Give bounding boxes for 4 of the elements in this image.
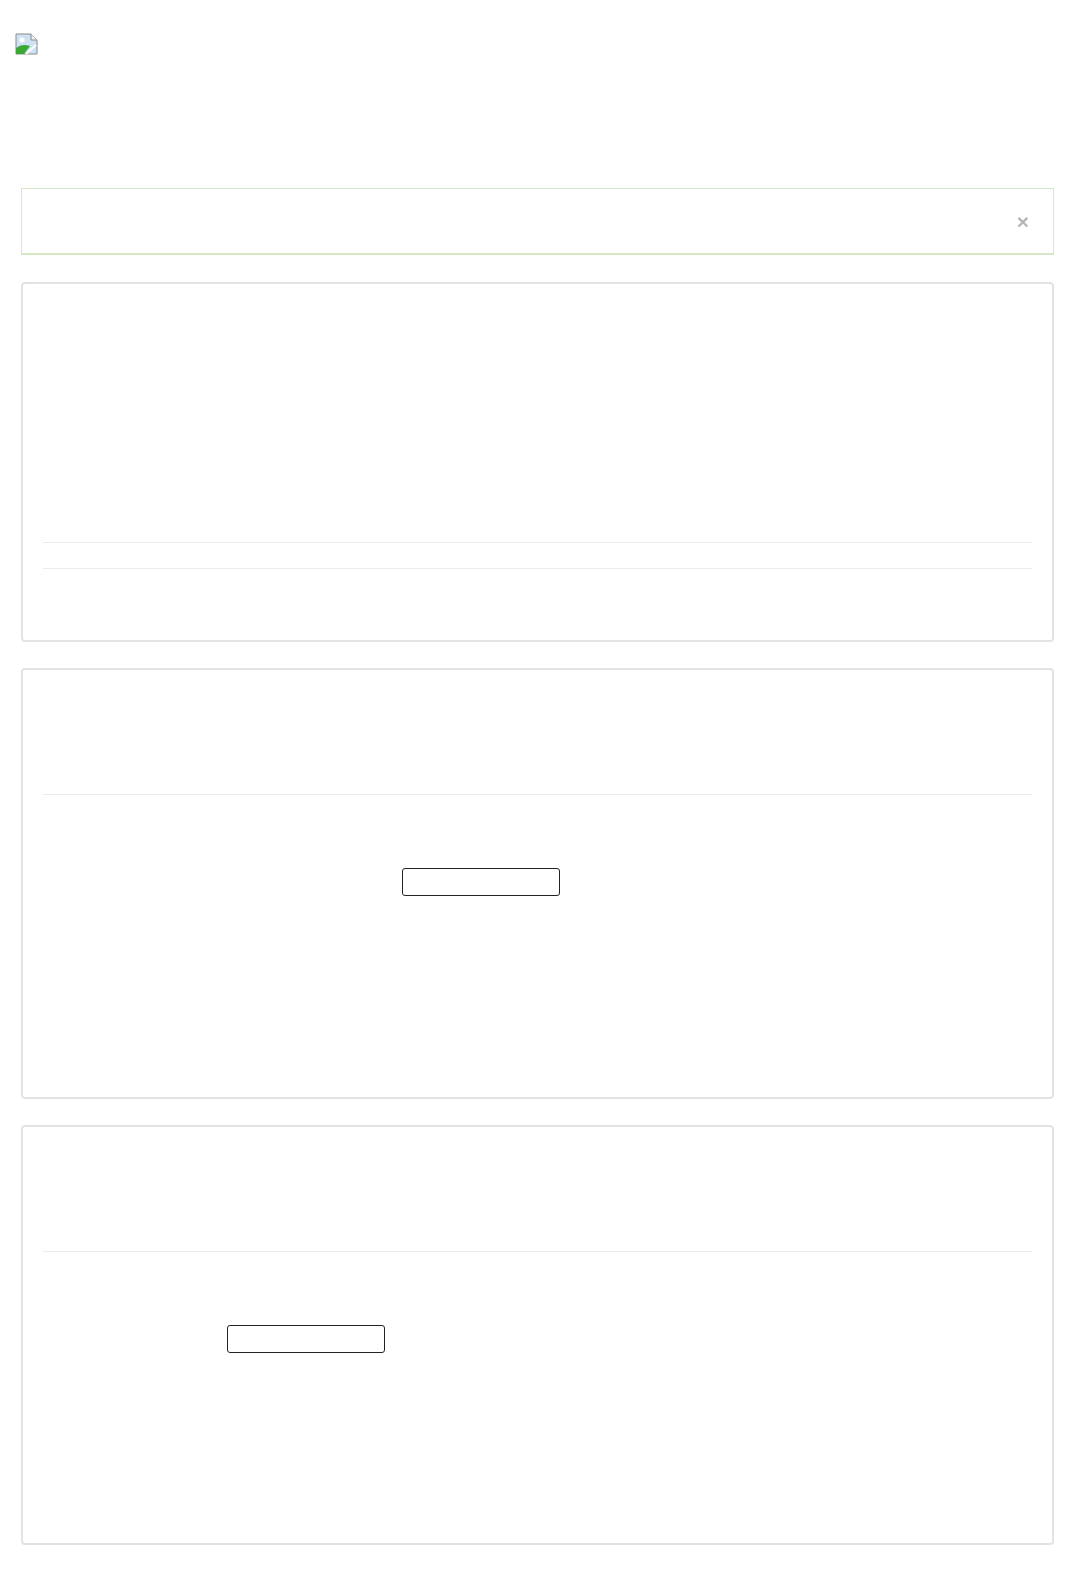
input-field[interactable] [402, 868, 560, 896]
broken-image-icon [15, 33, 38, 55]
input-field[interactable] [227, 1325, 385, 1353]
close-button[interactable]: × [1014, 210, 1031, 232]
